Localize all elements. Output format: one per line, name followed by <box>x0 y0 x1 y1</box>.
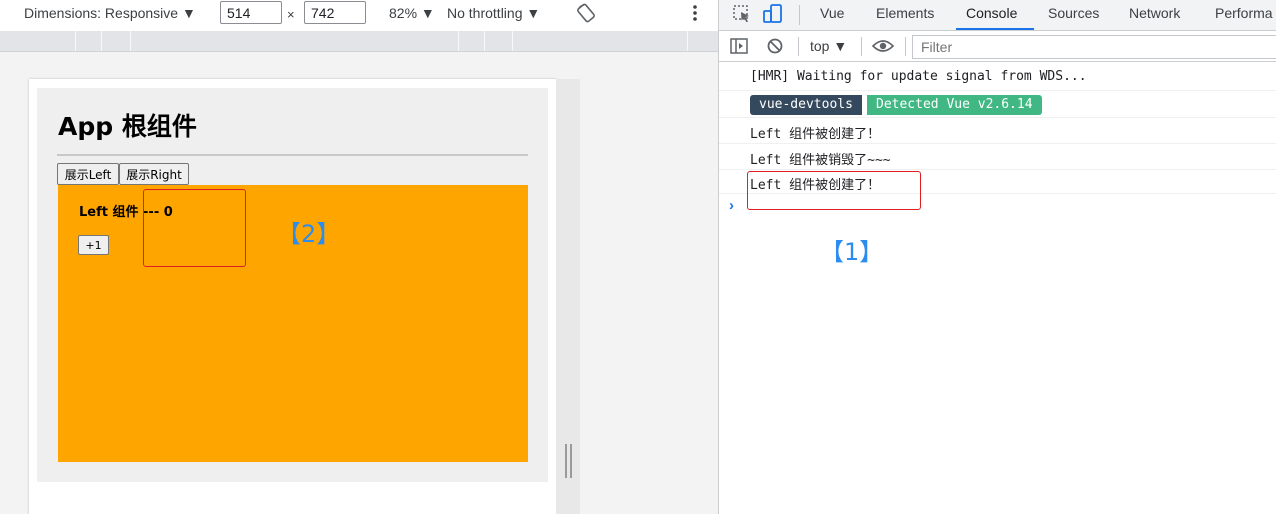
increment-button[interactable]: +1 <box>78 235 109 255</box>
ruler-segment[interactable] <box>458 31 484 51</box>
show-right-button[interactable]: 展示Right <box>119 163 189 185</box>
toolbar-separator <box>861 37 862 56</box>
device-emulation-pane: Dimensions: Responsive ▼ × 82% ▼ No thro… <box>0 0 718 514</box>
tab-vue[interactable]: Vue <box>820 0 844 30</box>
toolbar-separator <box>798 37 799 56</box>
dimensions-dropdown[interactable]: Dimensions: Responsive ▼ <box>24 0 196 31</box>
tab-sources[interactable]: Sources <box>1048 0 1099 30</box>
zoom-dropdown[interactable]: 82% ▼ <box>389 0 435 31</box>
detected-vue-badge: Detected Vue v2.6.14 <box>867 95 1042 115</box>
device-toolbar: Dimensions: Responsive ▼ × 82% ▼ No thro… <box>0 0 718 31</box>
show-left-button[interactable]: 展示Left <box>57 163 119 185</box>
tab-performance[interactable]: Performa <box>1215 0 1273 30</box>
ruler-segment[interactable] <box>687 31 718 51</box>
console-message-text: [HMR] Waiting for update signal from WDS… <box>750 69 1087 84</box>
times-separator: × <box>287 7 295 22</box>
ruler-segment[interactable] <box>101 31 130 51</box>
devtools-panel: Vue Elements Console Sources Network Per… <box>718 0 1276 514</box>
height-input[interactable] <box>304 1 366 24</box>
context-selector[interactable]: top ▼ <box>810 31 847 61</box>
media-query-ruler[interactable] <box>0 31 718 52</box>
ruler-segment[interactable] <box>512 31 687 51</box>
tabbar-separator <box>799 5 800 25</box>
ruler-segment[interactable] <box>484 31 512 51</box>
divider <box>57 154 528 156</box>
annotation-label-1: 【1】 <box>820 238 884 266</box>
tab-console[interactable]: Console <box>956 0 1034 30</box>
rotate-icon[interactable] <box>576 0 596 31</box>
vue-devtools-badge: vue-devtools <box>750 95 862 115</box>
resize-handle[interactable] <box>565 444 572 478</box>
width-input[interactable] <box>220 1 282 24</box>
highlight-box-2 <box>143 189 246 267</box>
device-toggle-icon[interactable] <box>762 3 784 25</box>
console-message-text: Left 组件被销毁了~~~ <box>750 153 891 168</box>
console-badge-row[interactable]: vue-devtools Detected Vue v2.6.14 <box>719 91 1276 118</box>
sidebar-toggle-icon[interactable] <box>729 31 749 61</box>
console-toolbar: top ▼ <box>719 31 1276 62</box>
console-message[interactable]: [HMR] Waiting for update signal from WDS… <box>719 64 1276 91</box>
throttling-dropdown[interactable]: No throttling ▼ <box>447 0 540 31</box>
filter-input[interactable] <box>912 35 1276 59</box>
browser-window: Dimensions: Responsive ▼ × 82% ▼ No thro… <box>0 0 1276 514</box>
live-expression-eye-icon[interactable] <box>871 31 895 61</box>
console-prompt-icon[interactable]: › <box>729 197 734 214</box>
annotation-label-2: 【2】 <box>277 220 341 248</box>
ruler-segment[interactable] <box>75 31 101 51</box>
highlight-box-1 <box>747 171 921 210</box>
inspect-element-icon[interactable] <box>731 3 753 25</box>
console-message[interactable]: Left 组件被销毁了~~~ <box>719 144 1276 170</box>
console-message[interactable]: Left 组件被创建了！ <box>719 118 1276 144</box>
toolbar-separator <box>905 37 906 56</box>
tab-elements[interactable]: Elements <box>876 0 934 30</box>
tab-network[interactable]: Network <box>1129 0 1180 30</box>
clear-console-icon[interactable] <box>766 31 784 61</box>
ruler-segment[interactable] <box>130 31 458 51</box>
console-message-text: Left 组件被创建了！ <box>750 127 881 142</box>
app-title: App 根组件 <box>58 112 197 141</box>
devtools-tabbar: Vue Elements Console Sources Network Per… <box>719 0 1276 31</box>
more-vertical-icon[interactable] <box>690 0 700 31</box>
